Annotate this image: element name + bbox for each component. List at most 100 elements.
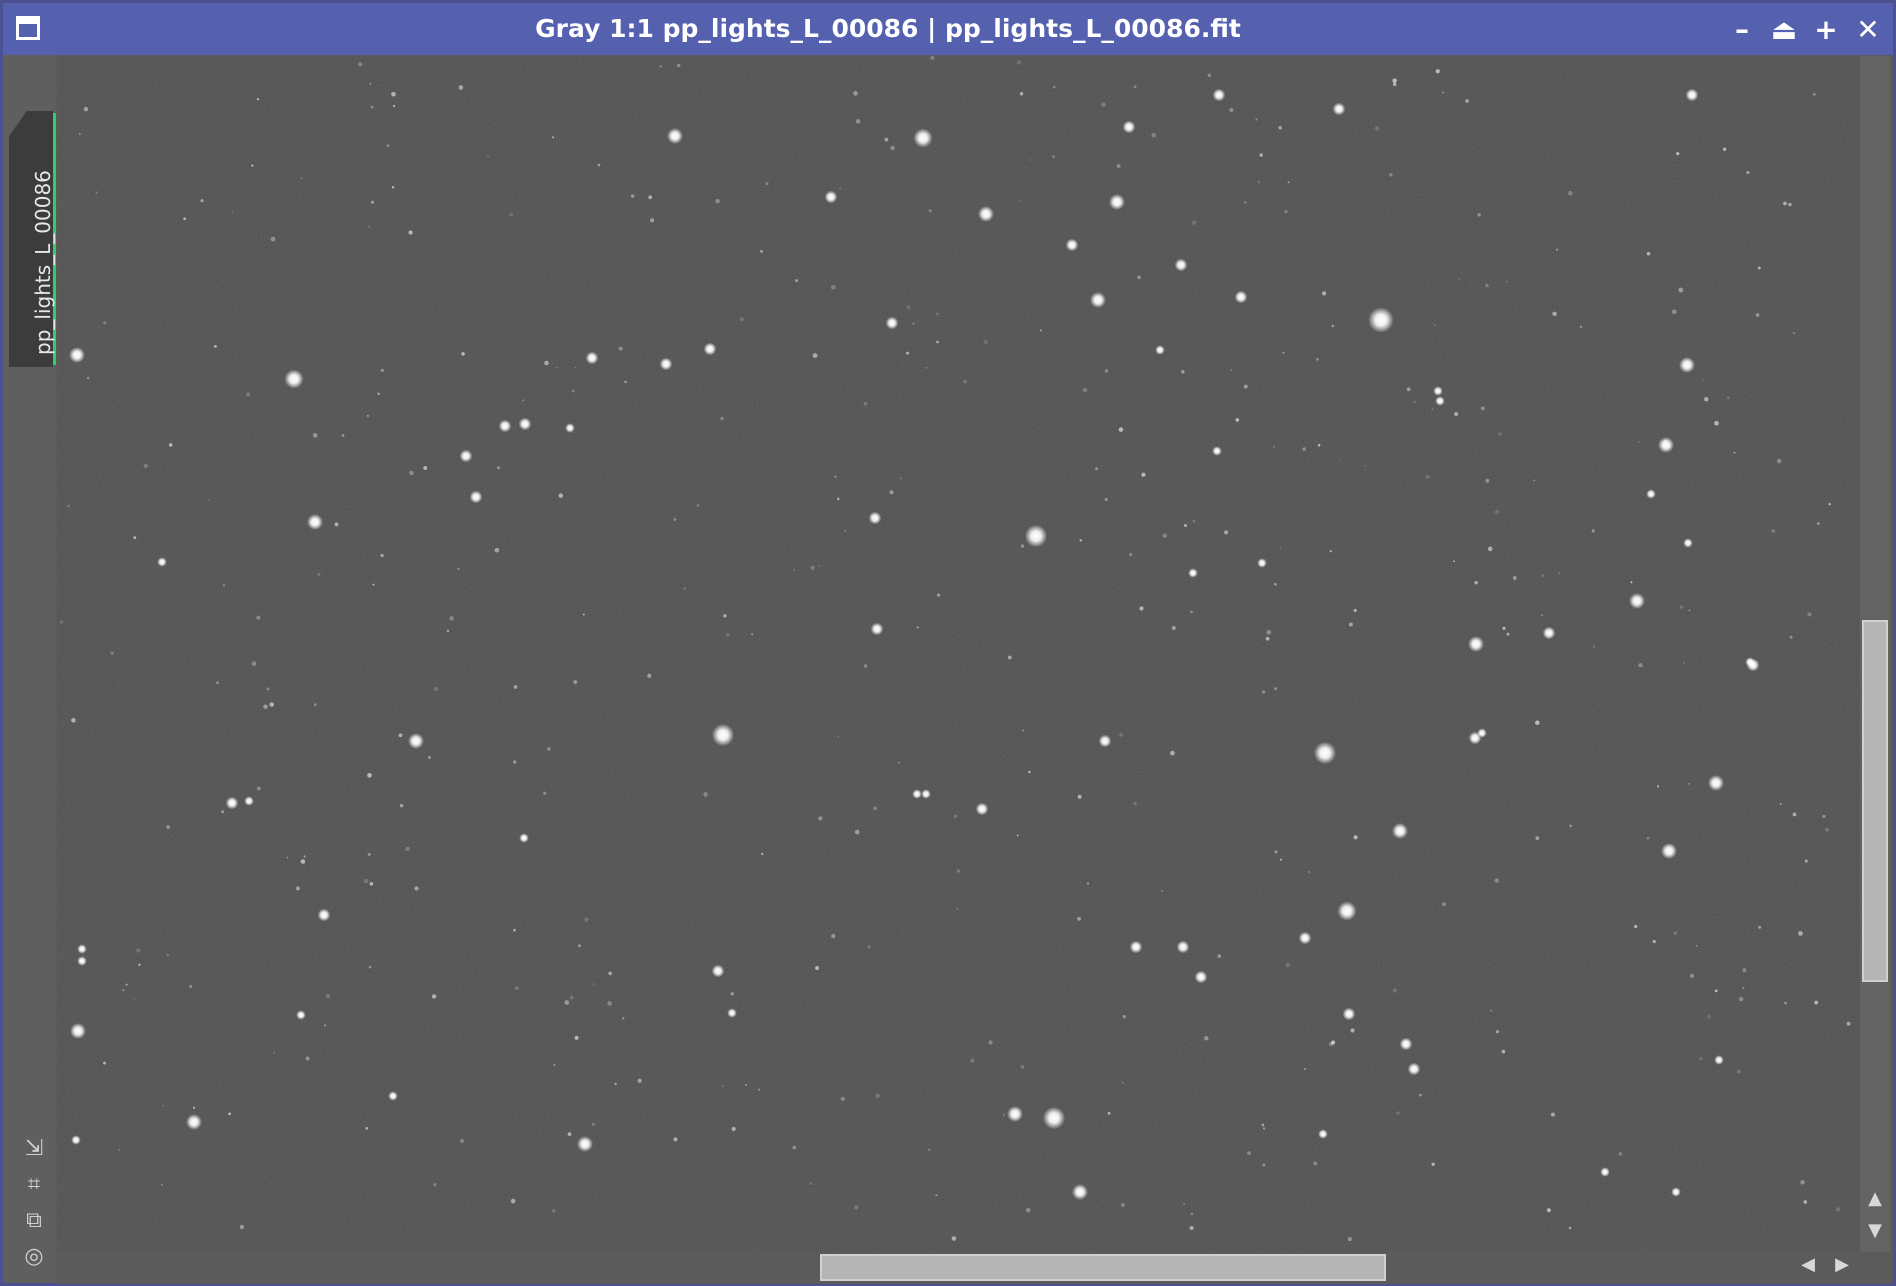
- faint-star: [513, 928, 516, 932]
- faint-star: [659, 65, 662, 68]
- scroll-up-arrow[interactable]: ▲: [1864, 1189, 1886, 1211]
- star: [459, 449, 473, 463]
- faint-star: [305, 1056, 310, 1061]
- faint-star: [1702, 379, 1705, 382]
- faint-star: [207, 498, 210, 501]
- faint-star: [427, 755, 431, 759]
- faint-star: [1189, 1225, 1194, 1231]
- faint-star: [1822, 814, 1826, 818]
- faint-star: [1266, 629, 1272, 635]
- zoom-to-fit-tool[interactable]: ⌗: [20, 1171, 48, 1199]
- shade-button[interactable]: ⏏: [1767, 13, 1801, 47]
- star: [317, 908, 331, 922]
- star: [244, 796, 254, 806]
- faint-star: [83, 106, 89, 112]
- faint-star: [95, 191, 98, 194]
- faint-star: [1282, 351, 1285, 354]
- faint-star: [863, 401, 868, 406]
- fit-view-tool[interactable]: ⇲: [20, 1135, 48, 1163]
- window-icon[interactable]: [16, 16, 40, 40]
- star: [77, 944, 87, 954]
- faint-star: [1235, 418, 1240, 422]
- maximize-button[interactable]: +: [1809, 13, 1843, 47]
- faint-star: [1490, 1009, 1493, 1012]
- faint-star: [324, 1024, 327, 1027]
- faint-star: [166, 825, 170, 829]
- faint-star: [624, 380, 627, 384]
- clone-tool[interactable]: ⧉: [20, 1207, 48, 1235]
- star: [498, 419, 512, 433]
- minimize-button[interactable]: –: [1725, 13, 1759, 47]
- faint-star: [1800, 1180, 1805, 1185]
- faint-star: [1087, 882, 1089, 885]
- star: [284, 369, 304, 389]
- faint-star: [1798, 931, 1803, 936]
- faint-star: [325, 994, 331, 999]
- faint-star: [1278, 126, 1282, 130]
- faint-star: [213, 344, 217, 348]
- star: [1155, 345, 1165, 355]
- star: [868, 511, 882, 525]
- faint-star: [592, 983, 596, 986]
- star: [885, 316, 899, 330]
- faint-star: [765, 182, 769, 186]
- faint-star: [1618, 1152, 1623, 1156]
- vertical-scrollbar[interactable]: [1860, 56, 1890, 1252]
- faint-star: [1285, 962, 1291, 968]
- faint-star: [256, 97, 260, 101]
- faint-star: [1474, 581, 1478, 585]
- scroll-right-arrow[interactable]: ▶: [1831, 1255, 1853, 1277]
- faint-star: [1742, 987, 1745, 990]
- vertical-scroll-thumb[interactable]: [1862, 620, 1888, 982]
- close-button[interactable]: ✕: [1851, 13, 1885, 47]
- faint-star: [192, 1106, 196, 1109]
- faint-star: [556, 366, 559, 369]
- scroll-down-arrow[interactable]: ▼: [1864, 1221, 1886, 1243]
- faint-star: [1441, 902, 1446, 907]
- faint-star: [162, 1105, 165, 1107]
- faint-star: [867, 945, 871, 949]
- horizontal-scrollbar[interactable]: [58, 1252, 1890, 1284]
- faint-star: [1707, 1014, 1711, 1019]
- faint-star: [1095, 467, 1099, 471]
- faint-star: [928, 1149, 931, 1151]
- faint-star: [875, 1093, 880, 1099]
- faint-star: [271, 703, 274, 706]
- scroll-left-arrow[interactable]: ◀: [1797, 1255, 1819, 1277]
- faint-star: [369, 881, 374, 886]
- star: [1468, 636, 1484, 652]
- image-viewport[interactable]: [58, 56, 1860, 1252]
- star: [1600, 1167, 1610, 1177]
- star: [186, 1114, 202, 1130]
- star: [388, 1091, 398, 1101]
- faint-star: [312, 433, 318, 438]
- faint-star: [1579, 325, 1583, 328]
- faint-star: [300, 859, 306, 864]
- star: [1658, 437, 1674, 453]
- star-field-image[interactable]: [58, 56, 1860, 1252]
- horizontal-scroll-thumb[interactable]: [820, 1254, 1386, 1281]
- faint-star: [1454, 411, 1459, 417]
- faint-star: [1224, 530, 1229, 535]
- faint-star: [221, 810, 225, 814]
- faint-star: [1133, 801, 1137, 806]
- faint-star: [263, 704, 268, 709]
- title-bar[interactable]: Gray 1:1 pp_lights_L_00086 | pp_lights_L…: [3, 3, 1893, 55]
- faint-star: [591, 1122, 595, 1126]
- faint-star: [1458, 278, 1460, 280]
- faint-star: [1784, 1001, 1788, 1005]
- faint-star: [1261, 1123, 1265, 1127]
- faint-star: [1688, 782, 1691, 785]
- faint-star: [1279, 858, 1283, 861]
- fit-view-icon: ⇲: [24, 1136, 44, 1161]
- faint-star: [622, 1017, 625, 1020]
- faint-star: [380, 553, 384, 558]
- star: [69, 347, 85, 363]
- faint-star: [810, 565, 815, 570]
- faint-star: [380, 368, 384, 372]
- target-tool[interactable]: ◎: [20, 1243, 48, 1271]
- faint-star: [1192, 220, 1197, 225]
- faint-star: [614, 1082, 617, 1086]
- faint-star: [552, 136, 555, 139]
- star: [1683, 538, 1693, 548]
